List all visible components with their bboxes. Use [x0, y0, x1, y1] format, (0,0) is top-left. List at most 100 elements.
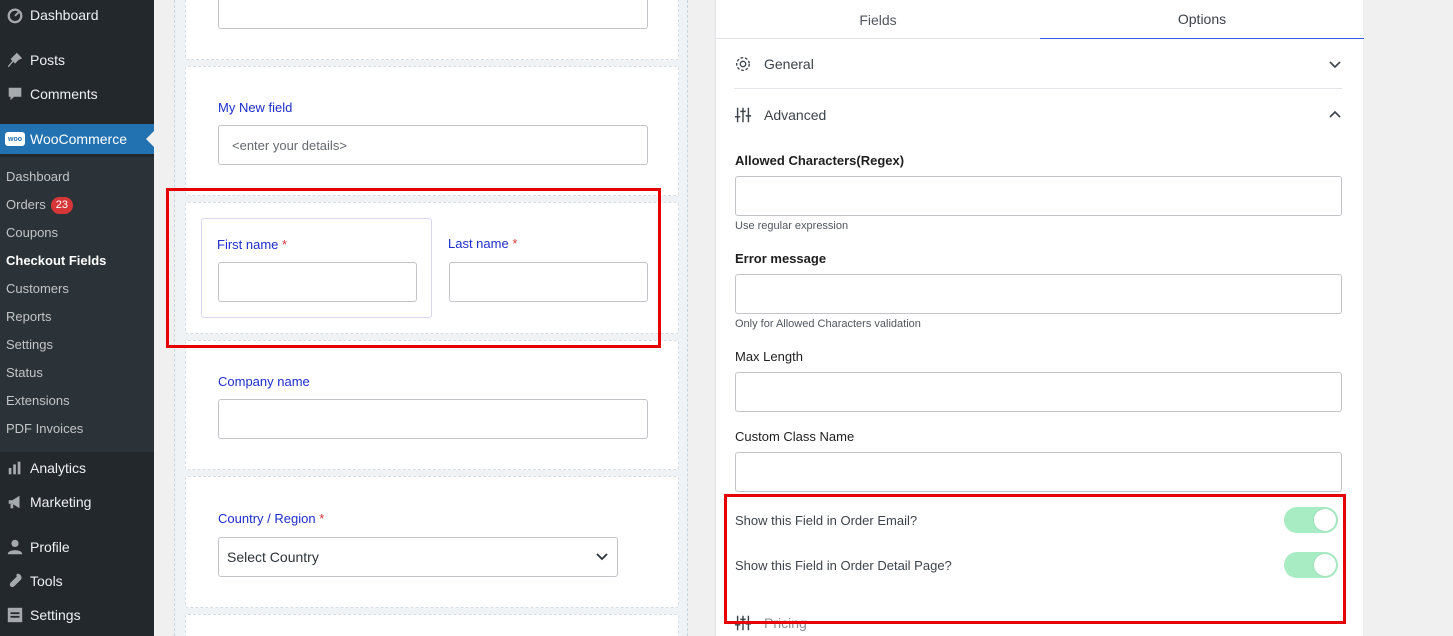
- menu-label: Posts: [30, 52, 66, 68]
- menu-label: Profile: [30, 539, 70, 555]
- menu-comments[interactable]: Comments: [0, 79, 154, 109]
- submenu-label: Dashboard: [6, 169, 70, 184]
- toggle-knob: [1314, 509, 1336, 531]
- show-in-order-email-row: Show this Field in Order Email?: [735, 507, 1338, 533]
- error-message-input[interactable]: [735, 274, 1342, 314]
- submenu-reports[interactable]: Reports: [6, 307, 52, 327]
- country-select[interactable]: Select Country: [218, 537, 618, 577]
- submenu-settings[interactable]: Settings: [6, 335, 53, 355]
- country-label: Country / Region *: [218, 511, 324, 526]
- label-text: First name: [217, 237, 279, 252]
- field-card-my-new-field[interactable]: My New field <enter your details>: [185, 66, 679, 196]
- first-name-column[interactable]: First name *: [201, 218, 432, 318]
- submenu-pdf-invoices[interactable]: PDF Invoices: [6, 419, 83, 439]
- last-name-label: Last name *: [448, 236, 517, 251]
- menu-profile[interactable]: Profile: [0, 532, 154, 562]
- toggle-knob: [1314, 554, 1336, 576]
- section-title: General: [764, 55, 814, 72]
- section-title: Pricing: [764, 615, 807, 631]
- field-card-company[interactable]: Company name: [185, 340, 679, 470]
- allowed-characters-label: Allowed Characters(Regex): [735, 153, 905, 168]
- chevron-down-icon: [1328, 39, 1342, 89]
- field-card[interactable]: [185, 0, 679, 60]
- sliders-icon: [734, 106, 764, 124]
- show-in-order-detail-row: Show this Field in Order Detail Page?: [735, 552, 1338, 578]
- chevron-down-icon: [595, 549, 609, 566]
- my-new-field-input[interactable]: <enter your details>: [218, 125, 648, 165]
- submenu-checkout-fields[interactable]: Checkout Fields: [6, 251, 106, 271]
- max-length-label: Max Length: [735, 349, 803, 364]
- comment-icon: [0, 85, 30, 103]
- submenu-label: Checkout Fields: [6, 253, 107, 268]
- toggle-label: Show this Field in Order Email?: [735, 512, 918, 528]
- text-field[interactable]: [218, 0, 648, 29]
- woocommerce-submenu: Dashboard Orders 23 Coupons Checkout Fiel…: [0, 157, 154, 452]
- custom-class-label: Custom Class Name: [735, 429, 855, 444]
- error-message-label: Error message: [735, 251, 827, 266]
- field-label: My New field: [218, 100, 293, 115]
- menu-label: Settings: [30, 607, 81, 623]
- submenu-label: Customers: [6, 281, 69, 296]
- submenu-extensions[interactable]: Extensions: [6, 391, 70, 411]
- section-title: Advanced: [764, 107, 827, 123]
- submenu-orders[interactable]: Orders 23: [6, 195, 73, 215]
- pin-icon: [0, 51, 30, 69]
- menu-marketing[interactable]: Marketing: [0, 487, 154, 517]
- select-value: Select Country: [227, 549, 319, 565]
- menu-settings[interactable]: Settings: [0, 600, 154, 630]
- allowed-characters-help: Use regular expression: [735, 220, 849, 232]
- menu-posts[interactable]: Posts: [0, 45, 154, 75]
- label-text: Last name: [448, 236, 509, 251]
- first-name-label: First name *: [217, 237, 287, 252]
- menu-analytics[interactable]: Analytics: [0, 453, 154, 483]
- required-marker: *: [512, 236, 518, 251]
- section-general-toggle[interactable]: General: [734, 39, 1342, 89]
- toggle-label: Show this Field in Order Detail Page?: [735, 557, 952, 573]
- gear-icon: [734, 55, 764, 73]
- sliders-icon: [734, 614, 764, 632]
- last-name-input[interactable]: [449, 262, 648, 302]
- submenu-customers[interactable]: Customers: [6, 279, 69, 299]
- panel-tabs: Fields Options: [716, 0, 1364, 39]
- allowed-characters-input[interactable]: [735, 176, 1342, 216]
- section-pricing-toggle[interactable]: Pricing: [734, 598, 1342, 636]
- menu-label: Analytics: [30, 460, 87, 476]
- chevron-up-icon: [1328, 90, 1342, 140]
- company-name-label: Company name: [218, 374, 310, 389]
- submenu-label: Extensions: [6, 393, 70, 408]
- tab-options[interactable]: Options: [1040, 0, 1364, 39]
- submenu-label: Status: [6, 365, 43, 380]
- field-card[interactable]: [185, 614, 679, 636]
- show-in-order-detail-toggle[interactable]: [1284, 552, 1338, 578]
- submenu-status[interactable]: Status: [6, 363, 43, 383]
- show-in-order-email-toggle[interactable]: [1284, 507, 1338, 533]
- section-advanced-toggle[interactable]: Advanced: [734, 90, 1342, 140]
- menu-dashboard[interactable]: Dashboard: [0, 0, 154, 30]
- admin-sidebar: Dashboard Posts Comments woo WooCommerce…: [0, 0, 154, 636]
- tab-fields[interactable]: Fields: [716, 0, 1040, 39]
- submenu-coupons[interactable]: Coupons: [6, 223, 58, 243]
- woocommerce-logo-icon: woo: [5, 132, 25, 146]
- field-settings-panel: Fields Options General Advanced Allowed …: [715, 0, 1364, 636]
- menu-tools[interactable]: Tools: [0, 566, 154, 596]
- settings-icon: [0, 606, 30, 624]
- max-length-input[interactable]: [735, 372, 1342, 412]
- required-marker: *: [319, 511, 325, 526]
- menu-label: Comments: [30, 86, 98, 102]
- submenu-label: Coupons: [6, 225, 59, 240]
- custom-class-input[interactable]: [735, 452, 1342, 492]
- first-name-input[interactable]: [218, 262, 417, 302]
- bar-chart-icon: [0, 459, 30, 477]
- error-message-help: Only for Allowed Characters validation: [735, 318, 921, 330]
- user-icon: [0, 538, 30, 556]
- submenu-label: PDF Invoices: [6, 421, 84, 436]
- menu-woocommerce[interactable]: woo WooCommerce: [0, 124, 154, 154]
- menu-label: Dashboard: [30, 7, 99, 23]
- label-text: Country / Region: [218, 511, 316, 526]
- company-name-input[interactable]: [218, 399, 648, 439]
- field-card-name-row[interactable]: First name * Last name *: [185, 202, 679, 334]
- field-card-country[interactable]: Country / Region * Select Country: [185, 476, 679, 608]
- submenu-label: Reports: [6, 309, 52, 324]
- dashboard-icon: [0, 6, 30, 24]
- submenu-dashboard[interactable]: Dashboard: [6, 167, 70, 187]
